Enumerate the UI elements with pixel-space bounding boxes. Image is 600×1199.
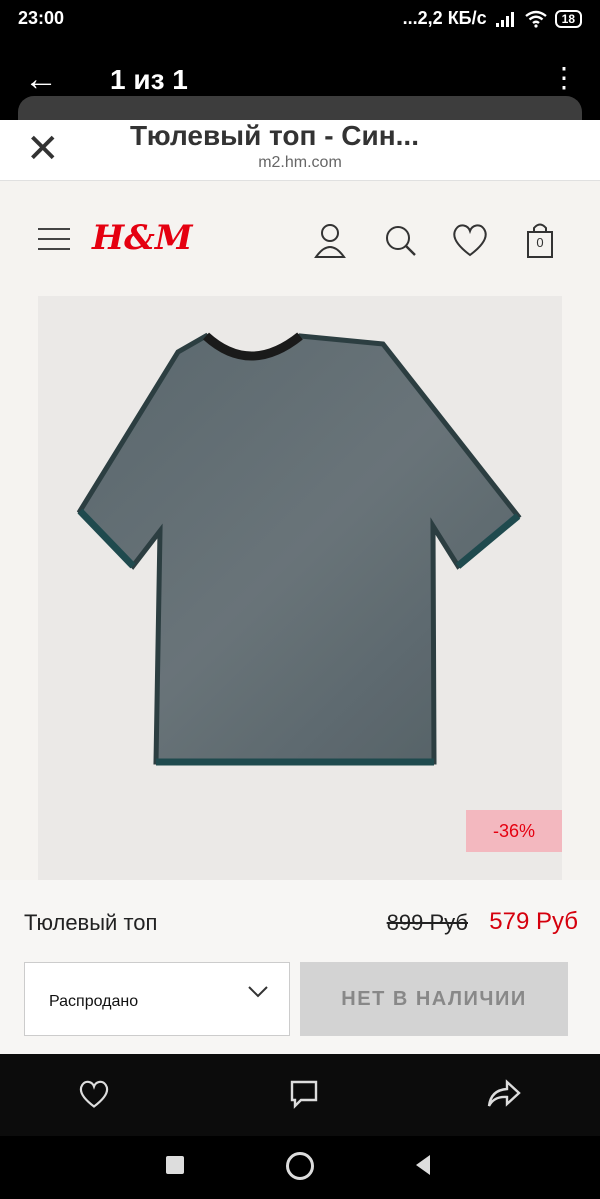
signal-icon (495, 11, 514, 27)
hm-logo[interactable]: H&M (92, 218, 192, 258)
out-of-stock-button[interactable]: НЕТ В НАЛИЧИИ (300, 962, 568, 1036)
sale-price: 579 Руб (489, 908, 578, 935)
bag-icon[interactable]: 0 (520, 220, 560, 260)
home-button[interactable] (286, 1152, 314, 1180)
heart-icon[interactable] (450, 220, 490, 260)
bag-count: 0 (536, 235, 544, 250)
viewer-action-bar (0, 1054, 600, 1136)
t-shirt-image (76, 332, 522, 766)
system-navigation-bar (0, 1136, 600, 1199)
page-title: Тюлевый топ - Син... (130, 120, 419, 151)
product-image[interactable] (38, 296, 562, 880)
network-speed: ...2,2 КБ/с (402, 8, 487, 28)
status-indicators: ...2,2 КБ/с 18 (403, 8, 582, 29)
size-select-value: Распродано (49, 993, 139, 1010)
battery-icon: 18 (554, 9, 582, 28)
back-arrow-icon[interactable]: ← (24, 62, 58, 96)
size-select[interactable]: Распродано (24, 962, 290, 1036)
product-name: Тюлевый топ (24, 910, 158, 935)
chevron-down-icon (248, 986, 268, 998)
status-time: 23:00 (18, 8, 65, 28)
page-url: m2.hm.com (258, 154, 342, 171)
old-price: 899 Руб (386, 910, 468, 935)
status-bar: 23:00 ...2,2 КБ/с 18 (0, 0, 600, 40)
back-button[interactable] (414, 1154, 432, 1176)
recents-button[interactable] (166, 1156, 184, 1174)
search-icon[interactable] (380, 220, 420, 260)
browser-header: ✕ Тюлевый топ - Син... m2.hm.com (0, 120, 600, 181)
comment-icon[interactable] (284, 1074, 324, 1114)
account-icon[interactable] (310, 220, 350, 260)
share-icon[interactable] (484, 1074, 524, 1114)
wifi-icon (524, 10, 547, 28)
purchase-bar: Тюлевый топ 899 Руб 579 Руб Распродано Н… (0, 880, 600, 1054)
image-counter: 1 из 1 (110, 64, 188, 95)
menu-icon[interactable] (38, 228, 70, 250)
heart-icon[interactable] (74, 1074, 114, 1114)
discount-badge: -36% (466, 810, 562, 852)
webpage-screenshot: ✕ Тюлевый топ - Син... m2.hm.com H&M 0 -… (0, 120, 600, 1054)
more-options-icon[interactable]: ⋮ (550, 64, 578, 92)
